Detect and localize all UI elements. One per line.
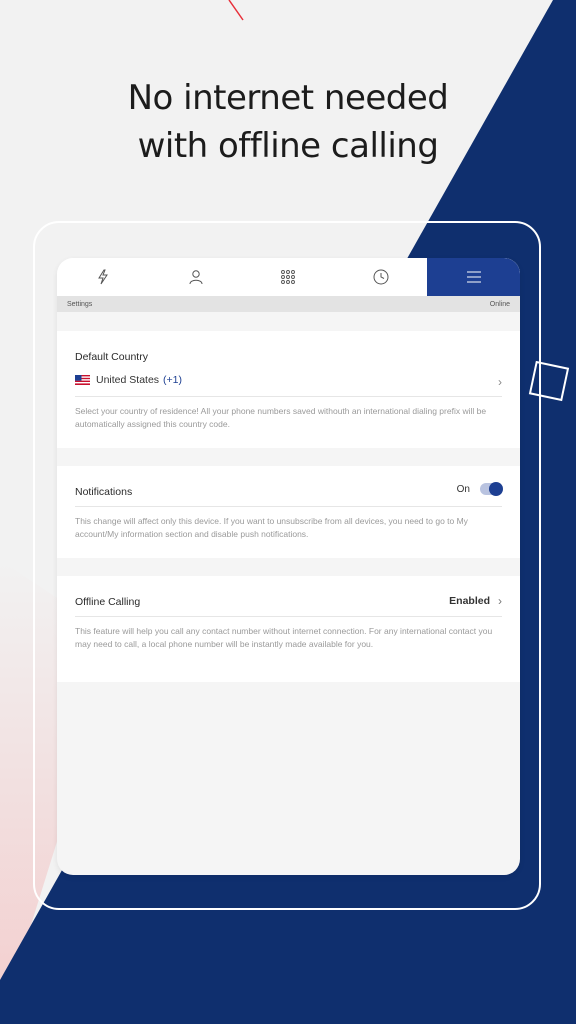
country-selector-row[interactable]: United States (+1) › <box>75 374 502 392</box>
offline-calling-value: Enabled <box>449 595 490 607</box>
notifications-section: Notifications On This change will affect… <box>57 466 520 558</box>
chevron-right-icon: › <box>498 594 502 608</box>
status-bar: Settings Online <box>57 296 520 312</box>
offline-calling-title: Offline Calling <box>75 596 141 608</box>
offline-calling-description: This feature will help you call any cont… <box>75 626 493 649</box>
default-country-title: Default Country <box>75 351 148 363</box>
app-screen: Settings Online Default Country United S… <box>57 258 520 875</box>
chevron-right-icon: › <box>498 375 502 389</box>
divider <box>75 616 502 617</box>
status-connection: Online <box>489 300 510 308</box>
toggle-knob <box>489 482 503 496</box>
country-name: United States <box>96 374 160 386</box>
tab-dialpad[interactable] <box>242 258 335 296</box>
red-accent-line <box>228 0 244 21</box>
headline-line-1: No internet needed <box>127 78 449 118</box>
notifications-description: This change will affect only this device… <box>75 516 468 539</box>
dialpad-icon <box>281 270 296 284</box>
tab-bar <box>57 258 520 296</box>
status-screen-title: Settings <box>67 300 93 308</box>
tab-menu[interactable] <box>427 258 520 296</box>
divider <box>75 506 502 507</box>
notifications-toggle-row[interactable]: On <box>456 482 503 496</box>
default-country-description: Select your country of residence! All yo… <box>75 406 487 429</box>
tab-lightning[interactable] <box>57 258 150 296</box>
notifications-state: On <box>456 483 470 495</box>
tab-history[interactable] <box>335 258 428 296</box>
headline-line-2: with offline calling <box>137 126 439 166</box>
page-headline: No internet needed with offline calling <box>0 74 576 170</box>
clock-icon <box>373 269 389 285</box>
menu-icon <box>466 271 481 283</box>
offline-calling-section: Offline Calling Enabled › This feature w… <box>57 576 520 682</box>
country-code: (+1) <box>163 374 183 386</box>
notifications-toggle[interactable] <box>480 482 503 496</box>
tab-contacts[interactable] <box>150 258 243 296</box>
contact-icon <box>189 270 203 285</box>
offline-calling-value-row[interactable]: Enabled › <box>449 594 502 608</box>
default-country-section: Default Country United States (+1) › Sel… <box>57 331 520 448</box>
notifications-title: Notifications <box>75 486 133 498</box>
lightning-icon <box>98 269 109 285</box>
us-flag-icon <box>75 375 90 385</box>
divider <box>75 396 502 397</box>
